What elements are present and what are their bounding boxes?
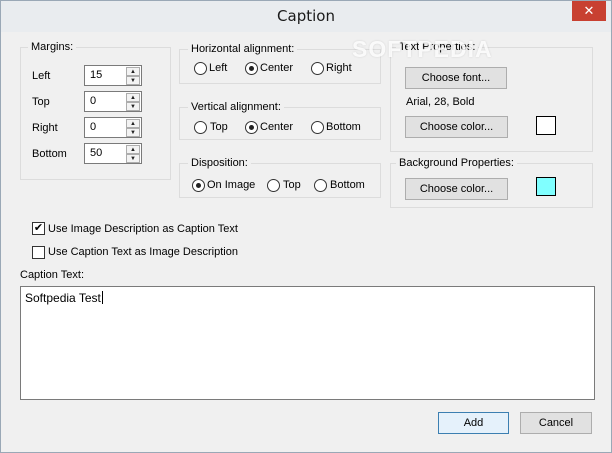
checkmark-icon: ✔ <box>33 222 44 234</box>
h-align-left-radio[interactable] <box>194 62 207 75</box>
h-align-center-radio[interactable] <box>245 62 258 75</box>
h-align-right-label[interactable]: Right <box>326 62 352 74</box>
background-color-swatch <box>536 177 556 196</box>
use-caption-text-checkbox[interactable] <box>32 246 45 259</box>
disposition-title: Disposition: <box>188 157 251 169</box>
margin-top-value[interactable]: 0 <box>90 95 96 107</box>
margin-top-label: Top <box>32 96 50 108</box>
margin-bottom-label: Bottom <box>32 148 67 160</box>
margin-left-label: Left <box>32 70 51 82</box>
margin-bottom-value[interactable]: 50 <box>90 147 102 159</box>
h-align-right-radio[interactable] <box>311 62 324 75</box>
v-align-bottom-radio[interactable] <box>311 121 324 134</box>
vertical-alignment-title: Vertical alignment: <box>188 101 284 113</box>
window-title: Caption <box>277 7 335 25</box>
h-align-center-label[interactable]: Center <box>260 62 293 74</box>
v-align-center-radio[interactable] <box>245 121 258 134</box>
text-caret <box>101 291 103 304</box>
cancel-button[interactable]: Cancel <box>520 412 592 434</box>
caption-text-label: Caption Text: <box>20 269 85 281</box>
margin-left-value[interactable]: 15 <box>90 69 102 81</box>
title-bar: Caption ✕ <box>1 1 611 32</box>
text-color-swatch <box>536 116 556 135</box>
background-choose-color-button[interactable]: Choose color... <box>405 178 508 200</box>
use-image-description-label[interactable]: Use Image Description as Caption Text <box>48 223 238 235</box>
spin-down-icon[interactable]: ▼ <box>126 128 140 137</box>
caption-dialog: Caption ✕ Margins: Left 15 ▲ ▼ Top 0 ▲ ▼… <box>0 0 612 453</box>
disposition-top-label[interactable]: Top <box>283 179 301 191</box>
v-align-center-label[interactable]: Center <box>260 121 293 133</box>
background-properties-title: Background Properties: <box>396 157 517 169</box>
disposition-on-image-radio[interactable] <box>192 179 205 192</box>
add-button[interactable]: Add <box>438 412 509 434</box>
disposition-bottom-label[interactable]: Bottom <box>330 179 365 191</box>
use-caption-text-label[interactable]: Use Caption Text as Image Description <box>48 246 238 258</box>
v-align-bottom-label[interactable]: Bottom <box>326 121 361 133</box>
v-align-top-label[interactable]: Top <box>210 121 228 133</box>
margin-right-spinner[interactable]: 0 ▲ ▼ <box>84 117 142 138</box>
margin-right-value[interactable]: 0 <box>90 121 96 133</box>
spin-down-icon[interactable]: ▼ <box>126 76 140 85</box>
disposition-bottom-radio[interactable] <box>314 179 327 192</box>
text-choose-color-button[interactable]: Choose color... <box>405 116 508 138</box>
h-align-left-label[interactable]: Left <box>209 62 227 74</box>
margin-left-spinner[interactable]: 15 ▲ ▼ <box>84 65 142 86</box>
caption-text-value[interactable]: Softpedia Test <box>25 291 101 305</box>
spin-down-icon[interactable]: ▼ <box>126 154 140 163</box>
margin-bottom-spinner[interactable]: 50 ▲ ▼ <box>84 143 142 164</box>
spin-up-icon[interactable]: ▲ <box>126 119 140 128</box>
dialog-body: Margins: Left 15 ▲ ▼ Top 0 ▲ ▼ Right 0 ▲… <box>8 32 604 446</box>
choose-font-button[interactable]: Choose font... <box>405 67 507 89</box>
margin-top-spinner[interactable]: 0 ▲ ▼ <box>84 91 142 112</box>
spin-down-icon[interactable]: ▼ <box>126 102 140 111</box>
disposition-on-image-label[interactable]: On Image <box>207 179 255 191</box>
margin-right-label: Right <box>32 122 58 134</box>
spin-up-icon[interactable]: ▲ <box>126 145 140 154</box>
horizontal-alignment-title: Horizontal alignment: <box>188 43 298 55</box>
disposition-top-radio[interactable] <box>267 179 280 192</box>
margins-title: Margins: <box>28 41 77 53</box>
spin-up-icon[interactable]: ▲ <box>126 67 140 76</box>
caption-text-area[interactable]: Softpedia Test <box>20 286 595 400</box>
spin-up-icon[interactable]: ▲ <box>126 93 140 102</box>
v-align-top-radio[interactable] <box>194 121 207 134</box>
font-description: Arial, 28, Bold <box>406 96 475 108</box>
softpedia-watermark: SOFTPEDIA <box>352 36 493 62</box>
use-image-description-checkbox[interactable]: ✔ <box>32 222 45 235</box>
close-button[interactable]: ✕ <box>572 1 606 21</box>
